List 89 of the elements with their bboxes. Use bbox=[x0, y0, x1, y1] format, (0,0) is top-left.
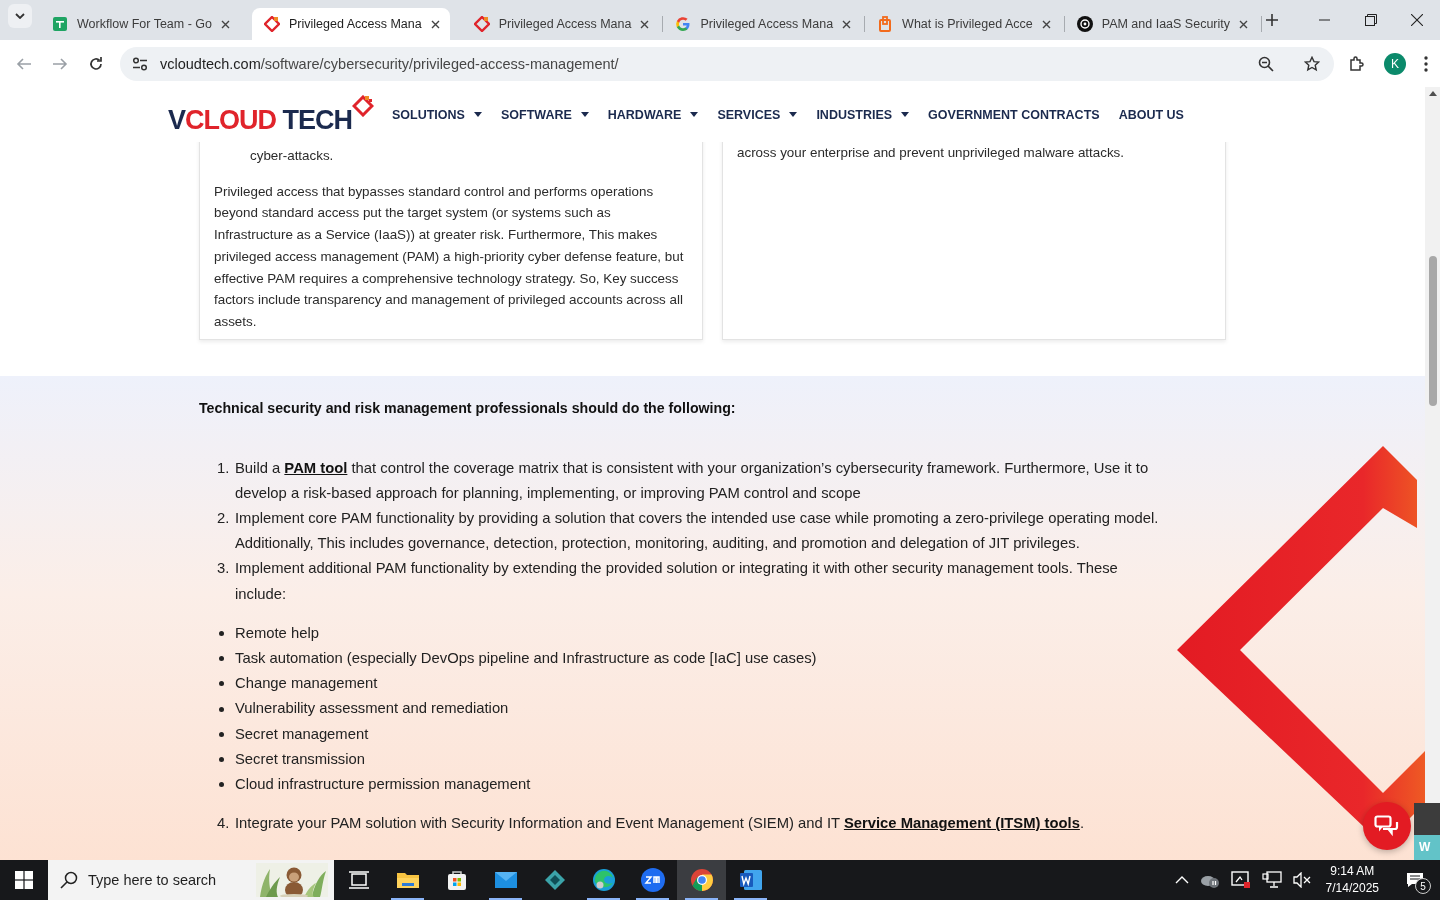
nav-link[interactable]: SOFTWARE bbox=[500, 107, 589, 122]
close-icon[interactable] bbox=[430, 19, 440, 29]
taskbar-app[interactable] bbox=[677, 860, 726, 900]
browser-tab[interactable]: PAM and IaaS Security bbox=[1064, 8, 1259, 40]
profile-avatar[interactable]: K bbox=[1384, 52, 1406, 75]
forward-icon[interactable] bbox=[52, 55, 68, 72]
zoom-icon[interactable] bbox=[1258, 55, 1274, 72]
chevron-down-icon bbox=[15, 13, 25, 19]
close-icon[interactable] bbox=[640, 19, 650, 29]
list-text: cyber-attacks. bbox=[250, 147, 335, 165]
diamond-app-icon[interactable] bbox=[543, 869, 566, 891]
list-text: Implement core PAM functionality by providing a solution that covers the intended use case while promoting a zero-privilege operating model. Additionally, This includes governance, detection, protection, monitoring, auditing, and promotion and delegation of JIT privileges. bbox=[235, 509, 1160, 554]
new-tab-icon[interactable] bbox=[1266, 14, 1279, 26]
reload-icon[interactable] bbox=[88, 55, 104, 72]
list-text: across your enterprise and prevent unprivileged malware attacks. bbox=[737, 144, 1126, 162]
list-text: Secret transmission bbox=[235, 749, 365, 769]
close-icon[interactable] bbox=[221, 19, 230, 29]
nav-link[interactable]: HARDWARE bbox=[607, 107, 699, 122]
search-field[interactable]: Type here to search bbox=[48, 860, 334, 900]
speaker-muted-icon[interactable] bbox=[1292, 872, 1311, 888]
tab-search-button[interactable] bbox=[8, 4, 32, 28]
extensions-icon[interactable] bbox=[1348, 55, 1364, 72]
list-text: Vulnerability assessment and remediation bbox=[235, 699, 509, 719]
notification-button[interactable]: 5 bbox=[1400, 865, 1430, 895]
document-app-icon[interactable] bbox=[738, 869, 763, 891]
task-view-icon[interactable] bbox=[348, 871, 369, 889]
nav-link[interactable]: SERVICES bbox=[717, 107, 798, 122]
windows-logo-icon bbox=[15, 871, 33, 889]
nav-link[interactable]: INDUSTRIES bbox=[816, 107, 910, 122]
bullet-icon bbox=[219, 706, 224, 712]
search-icon bbox=[60, 871, 78, 889]
nav-link[interactable]: SOLUTIONS bbox=[392, 107, 482, 122]
list-text: Build a PAM tool that control the coverage matrix that is consistent with your organization’s cybersecurity framework. Furthermore, Use it to develop a risk-based approach for planning, implementing, or improving PAM control and scope bbox=[235, 458, 1150, 503]
restore-icon[interactable] bbox=[1365, 14, 1377, 26]
nav-link[interactable]: GOVERNMENT CONTRACTS bbox=[928, 107, 1100, 122]
list-number: 4. bbox=[217, 814, 229, 834]
list-text: Integrate your PAM solution with Security Information and Event Management (SIEM) and IT Service Management (ITSM) tools. bbox=[235, 814, 1084, 834]
scroll-up-icon[interactable] bbox=[1428, 91, 1437, 96]
screen-record-icon[interactable] bbox=[1230, 871, 1251, 889]
site-settings-icon[interactable] bbox=[132, 56, 148, 71]
paragraph-text: Privileged access that bypasses standard control and performs operations beyond standard access put the target system (or systems such as Infrastructure as a Service (IaaS)) at greater risk. Furthermore, This makes privileged access management (PAM) a high-priority cyber defense feature, but effective PAM requires a comprehensive technology strategy. So, Key success factors include transparency and management of privileged accounts across all assets. bbox=[214, 182, 685, 331]
list-text: Cloud infrastructure permission management bbox=[235, 775, 531, 795]
bullet-icon bbox=[219, 731, 224, 737]
envelope-icon[interactable] bbox=[493, 871, 518, 889]
list-text: Task automation (especially DevOps pipeline and Infrastructure as code [IaC] use cases) bbox=[235, 649, 817, 669]
list-number: 3. bbox=[217, 559, 229, 579]
close-icon[interactable] bbox=[1411, 14, 1423, 26]
spreadsheet-icon bbox=[52, 16, 68, 32]
edge-browser-icon[interactable] bbox=[591, 868, 616, 892]
chevron-up-icon[interactable] bbox=[1174, 876, 1189, 884]
diamond-logo-icon bbox=[473, 16, 490, 32]
list-text: Secret management bbox=[235, 724, 369, 744]
browser-tab[interactable]: Privileged Access Mana bbox=[461, 8, 660, 40]
more-menu-icon[interactable] bbox=[1424, 55, 1428, 72]
browser-tab[interactable]: Privileged Access Mana bbox=[252, 8, 450, 40]
folder-icon[interactable] bbox=[395, 870, 420, 890]
back-icon[interactable] bbox=[16, 55, 32, 72]
bullet-icon bbox=[219, 756, 224, 762]
nav-link[interactable]: ABOUT US bbox=[1118, 107, 1184, 122]
diamond-logo-icon bbox=[352, 94, 374, 117]
clock[interactable]: 9:14 AM 7/14/2025 bbox=[1325, 863, 1379, 897]
close-icon[interactable] bbox=[1239, 19, 1249, 29]
star-icon[interactable] bbox=[1304, 55, 1320, 72]
browser-tab[interactable]: Workflow For Team - Go bbox=[40, 8, 240, 40]
chrome-browser-icon[interactable] bbox=[689, 868, 714, 892]
bullet-icon bbox=[219, 681, 224, 687]
section-heading: Technical security and risk management professionals should do the following: bbox=[199, 399, 737, 416]
zoom-app-icon[interactable] bbox=[639, 867, 666, 893]
scrollbar-thumb[interactable] bbox=[1428, 256, 1437, 406]
chat-icon bbox=[1374, 814, 1400, 837]
bullet-icon bbox=[219, 782, 224, 788]
close-icon[interactable] bbox=[842, 19, 852, 29]
list-number: 1. bbox=[217, 458, 229, 478]
browser-tab[interactable]: What is Privileged Acce bbox=[865, 8, 1061, 40]
close-icon[interactable] bbox=[1041, 19, 1051, 29]
list-number: 2. bbox=[217, 509, 229, 529]
list-text: Remote help bbox=[235, 623, 319, 643]
logo-text[interactable]: VCLOUD TECH bbox=[168, 104, 352, 135]
bullet-icon bbox=[219, 656, 224, 662]
list-text: Change management bbox=[235, 674, 378, 694]
store-bag-icon[interactable] bbox=[445, 869, 468, 891]
text-link[interactable]: PAM tool bbox=[284, 459, 348, 476]
diamond-logo-icon bbox=[264, 16, 280, 32]
list-text: Implement additional PAM functionality by extending the provided solution or integrating it with other security management tools. These include: bbox=[235, 559, 1119, 604]
network-icon[interactable] bbox=[1261, 871, 1282, 889]
bullet-icon bbox=[219, 630, 224, 636]
browser-tab[interactable]: Privileged Access Mana bbox=[663, 8, 862, 40]
google-icon bbox=[675, 16, 692, 32]
text-link[interactable]: Service Management (ITSM) tools bbox=[843, 815, 1080, 832]
